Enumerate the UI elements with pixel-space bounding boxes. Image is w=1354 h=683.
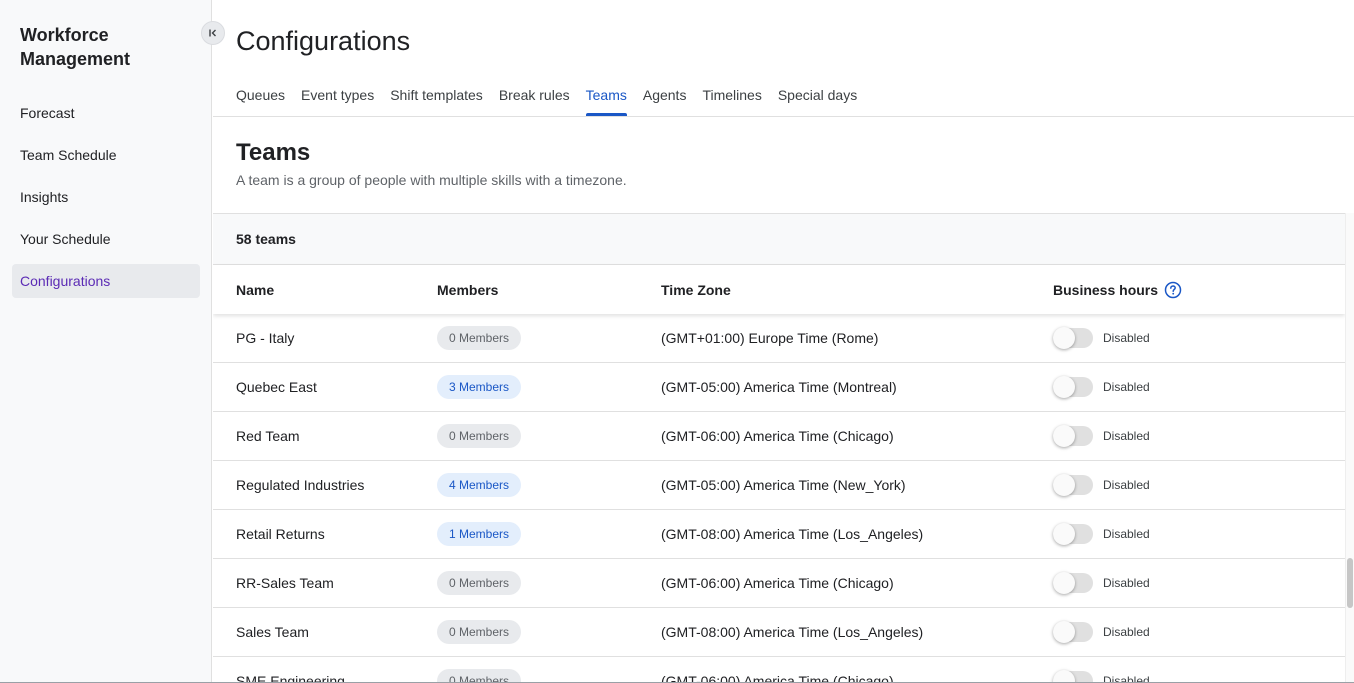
business-hours-toggle[interactable] — [1053, 376, 1093, 398]
table-row[interactable]: Red Team 0 Members (GMT-06:00) America T… — [213, 412, 1345, 461]
collapse-left-icon — [209, 29, 216, 37]
tab-timelines[interactable]: Timelines — [702, 80, 761, 116]
business-hours-toggle[interactable] — [1053, 572, 1093, 594]
tab-special-days[interactable]: Special days — [778, 80, 857, 116]
config-tabs: Queues Event types Shift templates Break… — [236, 80, 857, 116]
table-row[interactable]: Retail Returns 1 Members (GMT-08:00) Ame… — [213, 510, 1345, 559]
table-row[interactable]: Regulated Industries 4 Members (GMT-05:0… — [213, 461, 1345, 510]
column-header-name[interactable]: Name — [213, 282, 437, 298]
team-timezone: (GMT-05:00) America Time (New_York) — [661, 477, 906, 493]
toggle-knob — [1053, 572, 1075, 594]
sidebar-item-team-schedule[interactable]: Team Schedule — [12, 138, 200, 172]
section-description: A team is a group of people with multipl… — [236, 172, 627, 188]
members-badge[interactable]: 1 Members — [437, 522, 522, 546]
members-badge[interactable]: 0 Members — [437, 669, 522, 683]
members-badge[interactable]: 0 Members — [437, 424, 522, 448]
tab-break-rules[interactable]: Break rules — [499, 80, 570, 116]
business-hours-status: Disabled — [1103, 527, 1150, 541]
toggle-knob — [1053, 425, 1075, 447]
team-timezone: (GMT-08:00) America Time (Los_Angeles) — [661, 526, 924, 542]
page-title: Configurations — [236, 26, 411, 56]
column-header-members[interactable]: Members — [437, 282, 661, 298]
team-name: Quebec East — [236, 379, 317, 395]
teams-table: 58 teams Name Members Time Zone Business… — [213, 213, 1345, 683]
business-hours-status: Disabled — [1103, 625, 1150, 639]
tab-teams[interactable]: Teams — [585, 80, 628, 116]
column-header-timezone[interactable]: Time Zone — [661, 282, 1053, 298]
main-content: Configurations Queues Event types Shift … — [213, 0, 1354, 683]
sidebar-item-your-schedule[interactable]: Your Schedule — [12, 222, 200, 256]
team-name: Regulated Industries — [236, 477, 365, 493]
business-hours-status: Disabled — [1103, 429, 1150, 443]
table-row[interactable]: SME Engineering 0 Members (GMT-06:00) Am… — [213, 657, 1345, 683]
business-hours-status: Disabled — [1103, 576, 1150, 590]
table-scrollbar[interactable] — [1345, 213, 1354, 683]
team-timezone: (GMT-05:00) America Time (Montreal) — [661, 379, 897, 395]
business-hours-toggle[interactable] — [1053, 327, 1093, 349]
toggle-knob — [1053, 523, 1075, 545]
tab-agents[interactable]: Agents — [643, 80, 687, 116]
business-hours-status: Disabled — [1103, 380, 1150, 394]
tab-queues[interactable]: Queues — [236, 80, 285, 116]
members-badge[interactable]: 0 Members — [437, 571, 522, 595]
team-timezone: (GMT-06:00) America Time (Chicago) — [661, 428, 894, 444]
toggle-knob — [1053, 376, 1075, 398]
column-header-business-hours: Business hours — [1053, 281, 1333, 299]
team-timezone: (GMT-06:00) America Time (Chicago) — [661, 575, 894, 591]
table-row[interactable]: Quebec East 3 Members (GMT-05:00) Americ… — [213, 363, 1345, 412]
business-hours-label: Business hours — [1053, 281, 1159, 298]
scrollbar-thumb[interactable] — [1347, 558, 1353, 608]
business-hours-toggle[interactable] — [1053, 474, 1093, 496]
sidebar-item-configurations[interactable]: Configurations — [12, 264, 200, 298]
toggle-knob — [1053, 327, 1075, 349]
team-name: Red Team — [236, 428, 300, 444]
help-circle-icon[interactable] — [1164, 281, 1182, 299]
app-title: Workforce Management — [20, 25, 131, 69]
table-header: Name Members Time Zone Business hours — [213, 265, 1345, 314]
table-row[interactable]: PG - Italy 0 Members (GMT+01:00) Europe … — [213, 314, 1345, 363]
tab-shift-templates[interactable]: Shift templates — [390, 80, 483, 116]
business-hours-toggle[interactable] — [1053, 425, 1093, 447]
team-count: 58 teams — [213, 214, 1345, 265]
team-name: Retail Returns — [236, 526, 325, 542]
tab-event-types[interactable]: Event types — [301, 80, 374, 116]
team-timezone: (GMT-08:00) America Time (Los_Angeles) — [661, 624, 924, 640]
members-badge[interactable]: 4 Members — [437, 473, 522, 497]
team-name: RR-Sales Team — [236, 575, 334, 591]
section-title: Teams — [236, 139, 311, 166]
members-badge[interactable]: 3 Members — [437, 375, 522, 399]
sidebar-nav: Forecast Team Schedule Insights Your Sch… — [12, 96, 200, 306]
team-name: Sales Team — [236, 624, 309, 640]
members-badge[interactable]: 0 Members — [437, 620, 522, 644]
toggle-knob — [1053, 621, 1075, 643]
business-hours-toggle[interactable] — [1053, 621, 1093, 643]
sidebar-item-forecast[interactable]: Forecast — [12, 96, 200, 130]
team-timezone: (GMT+01:00) Europe Time (Rome) — [661, 330, 879, 346]
business-hours-status: Disabled — [1103, 331, 1150, 345]
sidebar-collapse-button[interactable] — [201, 21, 225, 45]
toggle-knob — [1053, 474, 1075, 496]
business-hours-status: Disabled — [1103, 478, 1150, 492]
members-badge[interactable]: 0 Members — [437, 326, 522, 350]
business-hours-toggle[interactable] — [1053, 523, 1093, 545]
table-row[interactable]: RR-Sales Team 0 Members (GMT-06:00) Amer… — [213, 559, 1345, 608]
team-name: PG - Italy — [236, 330, 295, 346]
table-row[interactable]: Sales Team 0 Members (GMT-08:00) America… — [213, 608, 1345, 657]
tabs-divider — [213, 116, 1354, 117]
sidebar: Workforce Management Forecast Team Sched… — [0, 0, 212, 683]
sidebar-item-insights[interactable]: Insights — [12, 180, 200, 214]
